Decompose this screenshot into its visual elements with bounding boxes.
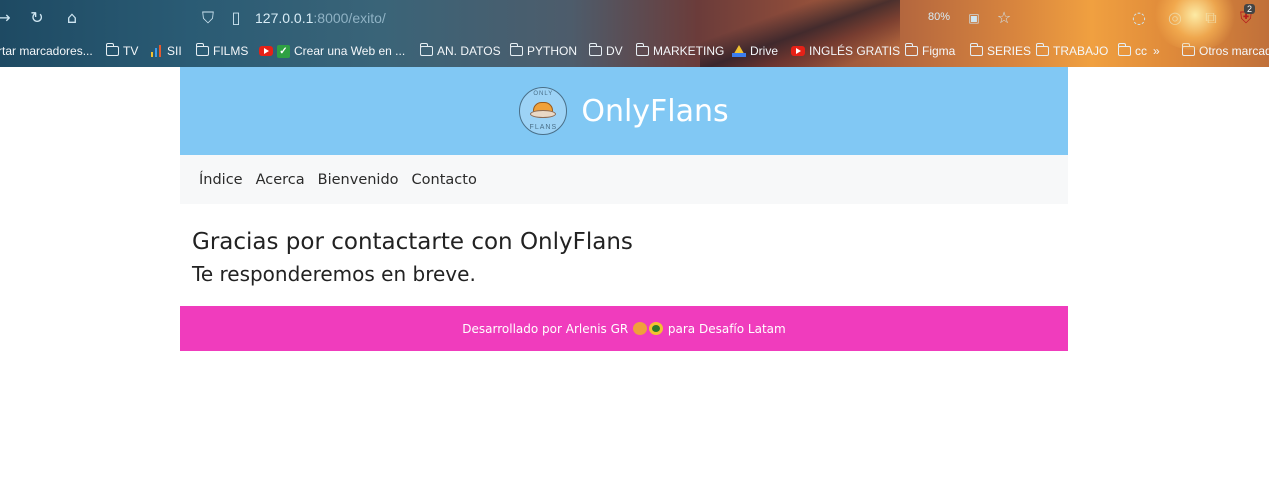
youtube-icon [259, 46, 273, 56]
bookmark-ingles[interactable]: INGLÉS GRATIS [791, 44, 900, 58]
bookmark-label: PYTHON [527, 44, 578, 58]
address-bar[interactable]: 127.0.0.1:8000/exito/ [255, 10, 386, 26]
logo-text-bottom: FLANS [529, 124, 558, 131]
zoom-level[interactable]: 80% [928, 11, 950, 23]
bookmark-tv[interactable]: TV [105, 43, 139, 58]
bookmark-label: DV [606, 44, 623, 58]
forward-icon[interactable]: → [0, 8, 14, 28]
flower-emoji-icon [649, 321, 664, 335]
bookmark-label: AN. DATOS [437, 44, 501, 58]
bookmark-label: Figma [922, 44, 956, 58]
plate-icon [530, 110, 557, 118]
account-icon[interactable]: ◎ [1165, 8, 1185, 28]
footer-text: Desarrollado por Arlenis GR para Desafío… [462, 321, 786, 336]
bookmark-dv[interactable]: DV [588, 43, 623, 58]
logo-text-top: ONLY [533, 91, 554, 97]
site-header: ONLY FLANS OnlyFlans [180, 67, 1068, 155]
bookmark-label: SERIES [987, 44, 1032, 58]
bookmark-label: INGLÉS GRATIS [809, 44, 901, 58]
footer-suffix: para Desafío Latam [667, 321, 786, 336]
site-brand[interactable]: OnlyFlans [581, 94, 728, 129]
folder-icon [1181, 43, 1195, 56]
nav-contacto[interactable]: Contacto [412, 172, 477, 188]
extensions-icon[interactable]: ⧉ [1201, 8, 1221, 28]
pocket-icon[interactable]: ◌ [1129, 8, 1149, 28]
success-heading: Gracias por contactarte con OnlyFlans [192, 229, 633, 255]
folder-icon [1035, 43, 1049, 56]
bookmark-label: Otros marcad [1199, 44, 1269, 58]
flan-emoji-icon [633, 321, 648, 335]
browser-toolbar: → ↻ ⌂ ⛉ ▯ 127.0.0.1:8000/exito/ 80% ▣ ☆ … [0, 0, 1269, 36]
folder-icon [1117, 43, 1131, 56]
bookmark-cc[interactable]: cc [1117, 43, 1147, 58]
footer-credit: Desarrollado por Arlenis GR [462, 321, 629, 336]
folder-icon [969, 43, 983, 56]
page-icon: ▯ [231, 8, 241, 27]
folder-icon [195, 43, 209, 56]
bookmark-label: Drive [750, 44, 779, 58]
reload-icon[interactable]: ↻ [27, 8, 47, 28]
page: ONLY FLANS OnlyFlans Índice Acerca Bienv… [180, 67, 1068, 351]
bookmark-figma[interactable]: Figma [904, 43, 956, 58]
bookmark-label: MARKETING [653, 44, 725, 58]
folder-icon [509, 43, 523, 56]
success-subheading: Te responderemos en breve. [192, 262, 476, 286]
folder-icon [635, 43, 649, 56]
main-content: Gracias por contactarte con OnlyFlans Te… [180, 204, 1068, 306]
bookmark-label: TV [123, 44, 139, 58]
bookmark-crear-web[interactable]: ✓ Crear una Web en ... [259, 44, 405, 58]
bookmark-label: SII [167, 44, 182, 58]
url-host: 127.0.0.1 [255, 10, 314, 26]
bookmark-otros[interactable]: Otros marcad [1181, 43, 1269, 58]
home-icon[interactable]: ⌂ [62, 8, 82, 28]
bookmarks-overflow-icon[interactable]: » [1153, 44, 1160, 58]
bookmark-label: TRABAJO [1053, 44, 1109, 58]
bookmark-drive[interactable]: Drive [732, 44, 778, 58]
extension-badge: 2 [1244, 4, 1256, 14]
bookmarks-bar: rtar marcadores... TV SII FILMS ✓ Crear u… [0, 40, 1269, 64]
bookmark-an-datos[interactable]: AN. DATOS [419, 43, 501, 58]
folder-icon [904, 43, 918, 56]
youtube-icon [791, 46, 805, 56]
main-nav: Índice Acerca Bienvenido Contacto [180, 155, 1068, 204]
browser-chrome: → ↻ ⌂ ⛉ ▯ 127.0.0.1:8000/exito/ 80% ▣ ☆ … [0, 0, 1269, 67]
bookmark-sii[interactable]: SII [151, 44, 182, 58]
bookmark-marketing[interactable]: MARKETING [635, 43, 725, 58]
nav-bienvenido[interactable]: Bienvenido [318, 172, 399, 188]
nav-acerca[interactable]: Acerca [256, 172, 305, 188]
site-footer: Desarrollado por Arlenis GR para Desafío… [180, 306, 1068, 351]
check-icon: ✓ [277, 44, 290, 58]
drive-icon [732, 45, 746, 57]
site-logo[interactable]: ONLY FLANS [519, 87, 568, 135]
nav-indice[interactable]: Índice [199, 172, 243, 188]
folder-icon [105, 43, 119, 56]
bookmark-import[interactable]: rtar marcadores... [0, 44, 93, 58]
bookmark-label: FILMS [213, 44, 249, 58]
bookmark-label: Crear una Web en ... [294, 44, 406, 58]
chart-icon [151, 45, 163, 57]
folder-icon [419, 43, 433, 56]
url-path: :8000/exito/ [313, 10, 386, 26]
bookmark-films[interactable]: FILMS [195, 43, 249, 58]
bookmark-series[interactable]: SERIES [969, 43, 1032, 58]
folder-icon [588, 43, 602, 56]
bookmark-label: cc [1135, 44, 1147, 58]
bookmark-python[interactable]: PYTHON [509, 43, 578, 58]
bookmark-label: rtar marcadores... [0, 44, 93, 58]
star-icon[interactable]: ☆ [994, 8, 1014, 28]
shield-icon[interactable]: ⛉ [198, 8, 218, 28]
reader-icon[interactable]: ▣ [964, 8, 984, 28]
bookmark-trabajo[interactable]: TRABAJO [1035, 43, 1109, 58]
